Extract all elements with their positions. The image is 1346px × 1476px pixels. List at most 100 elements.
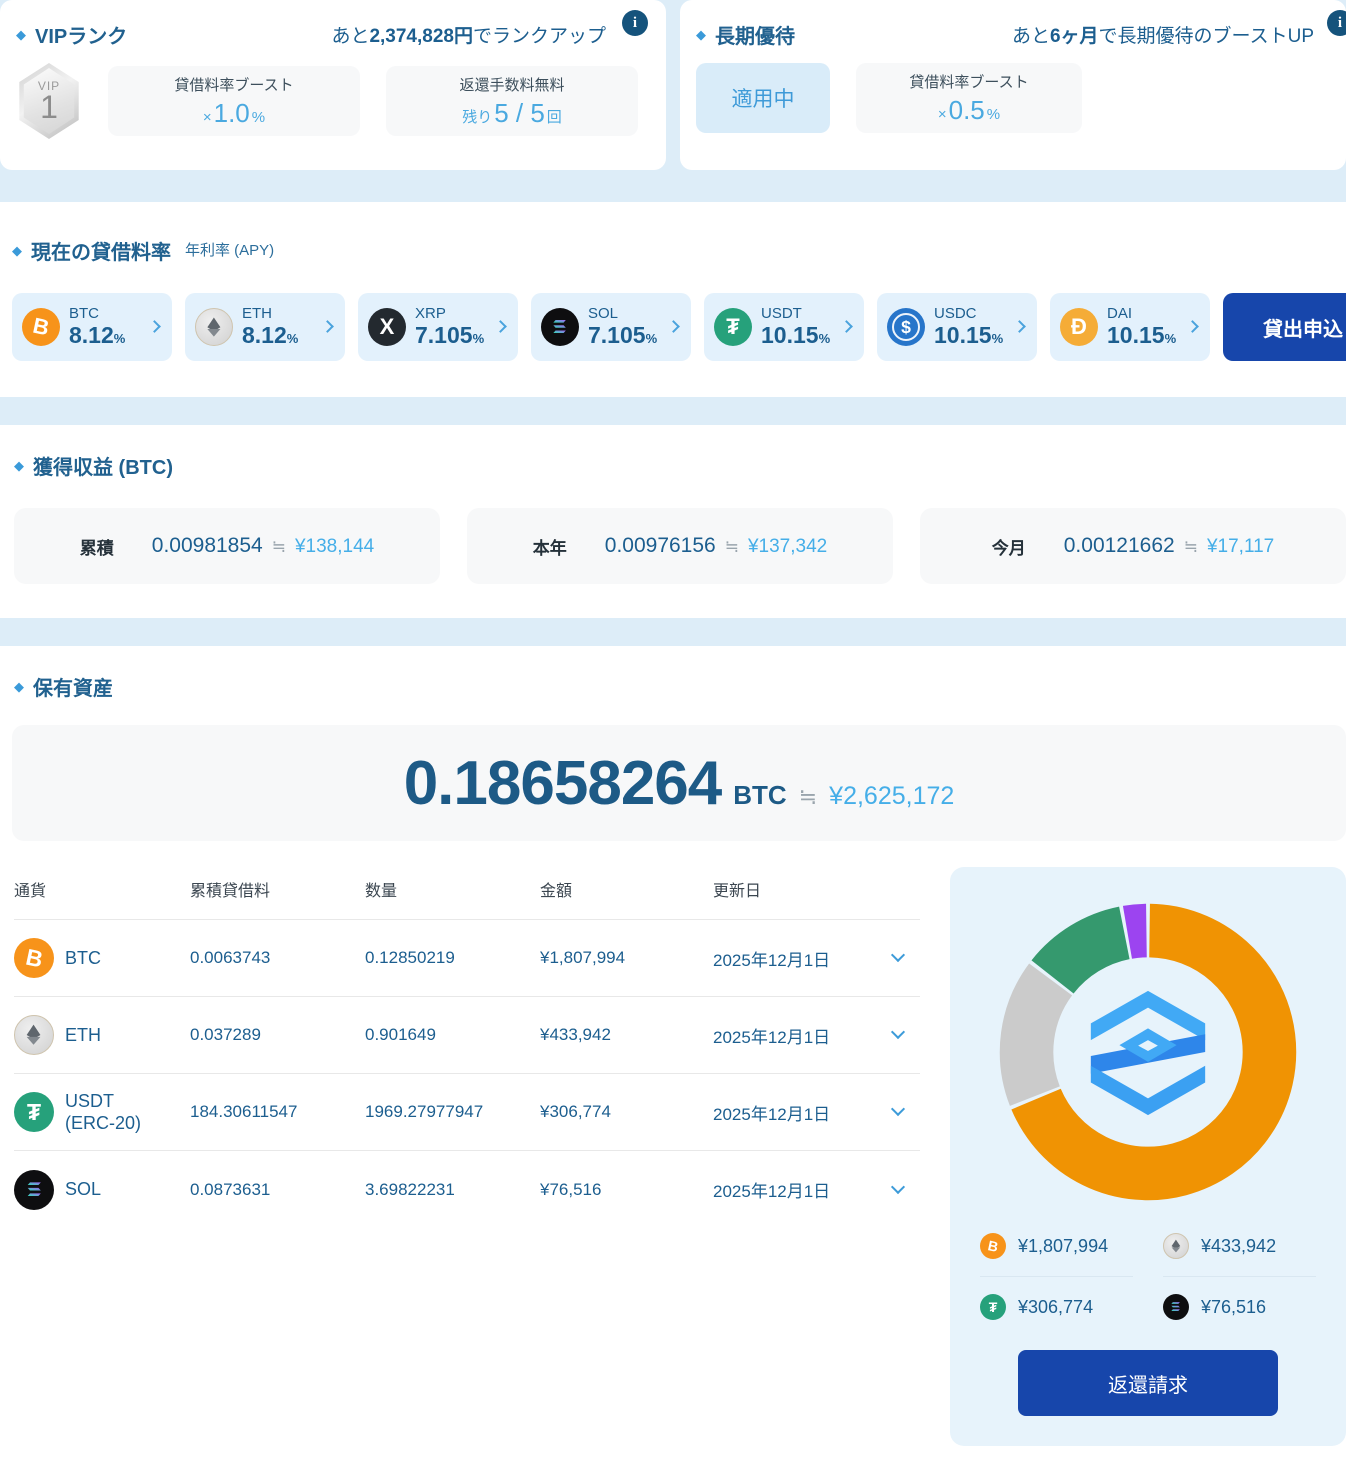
expand-row-button[interactable] xyxy=(884,943,914,973)
earnings-btc-value: 0.00981854 xyxy=(152,534,263,558)
vip-rank-title: VIPランク xyxy=(16,20,127,49)
rankup-amount: 2,374,828円 xyxy=(369,26,473,47)
rate-card-sol[interactable]: SOL7.105% xyxy=(531,293,691,361)
info-icon[interactable]: i xyxy=(1327,10,1346,36)
rate-card-usdt[interactable]: USDT10.15% xyxy=(704,293,864,361)
legend-item-sol: ¥76,516 xyxy=(1163,1294,1316,1320)
chevron-right-icon xyxy=(494,320,507,333)
usdt-icon xyxy=(714,308,752,346)
current-rates-section: 現在の貸借料率 年利率 (APY) BTC8.12% ETH8.12% XRP7… xyxy=(0,202,1346,397)
ticker-label: DAI xyxy=(1107,306,1176,323)
percent-sign: % xyxy=(992,331,1004,346)
col-header-amount: 数量 xyxy=(365,877,540,901)
ticker-label: SOL xyxy=(588,306,657,323)
row-yen-value: ¥1,807,994 xyxy=(540,948,713,968)
chevron-down-icon xyxy=(891,1102,905,1116)
holdings-chart-card: ¥1,807,994 ¥433,942 ¥306,774 ¥76,516 返還請… xyxy=(950,867,1346,1446)
earnings-yen-value: ¥138,144 xyxy=(295,536,374,558)
rankup-note: あと2,374,828円でランクアップ xyxy=(331,21,606,48)
legend-item-eth: ¥433,942 xyxy=(1163,1233,1316,1277)
row-updated-date: 2025年12月1日 xyxy=(713,1023,884,1048)
approx-sign: ≒ xyxy=(1184,537,1198,557)
longterm-boost-value: ×0.5% xyxy=(938,95,1000,126)
eth-icon xyxy=(195,308,233,346)
boost-unit: % xyxy=(252,109,265,126)
holdings-title: 保有資産 xyxy=(14,672,1346,701)
dashboard-page: VIPランク あと2,374,828円でランクアップ i VIP 1 貸借料率ブ… xyxy=(0,0,1346,1476)
boostup-suffix: で長期優待のブーストUP xyxy=(1099,26,1314,47)
rate-card-eth[interactable]: ETH8.12% xyxy=(185,293,345,361)
section-divider-band xyxy=(0,618,1346,646)
earnings-btc-value: 0.00121662 xyxy=(1064,534,1175,558)
earnings-label: 累積 xyxy=(80,534,114,559)
table-row-sol[interactable]: SOL 0.0873631 3.69822231 ¥76,516 2025年12… xyxy=(14,1151,920,1228)
section-divider-band xyxy=(0,397,1346,425)
percent-sign: % xyxy=(473,331,485,346)
rate-card-usdc[interactable]: USDC10.15% xyxy=(877,293,1037,361)
row-currency-name: BTC xyxy=(65,948,101,968)
row-yen-value: ¥306,774 xyxy=(540,1102,713,1122)
vip-rank-title-text: VIPランク xyxy=(35,20,127,49)
rankup-prefix: あと xyxy=(331,26,369,47)
rate-card-dai[interactable]: DAI10.15% xyxy=(1050,293,1210,361)
rate-value: 7.105 xyxy=(588,322,646,348)
percent-sign: % xyxy=(114,331,126,346)
table-row-eth[interactable]: ETH 0.037289 0.901649 ¥433,942 2025年12月1… xyxy=(14,997,920,1074)
row-currency-subname: (ERC-20) xyxy=(65,1113,141,1133)
expand-row-button[interactable] xyxy=(884,1020,914,1050)
earnings-title-text: 獲得収益 (BTC) xyxy=(33,451,173,480)
info-icon[interactable]: i xyxy=(622,10,648,36)
longterm-boost-label: 貸借料率ブースト xyxy=(909,71,1028,92)
rate-boost-label: 貸借料率ブースト xyxy=(174,74,293,95)
table-row-usdt[interactable]: USDT(ERC-20) 184.30611547 1969.27977947 … xyxy=(14,1074,920,1151)
row-amount: 3.69822231 xyxy=(365,1180,540,1200)
row-cumulative-fee: 0.037289 xyxy=(190,1025,365,1045)
rate-card-btc[interactable]: BTC8.12% xyxy=(12,293,172,361)
chevron-right-icon xyxy=(667,320,680,333)
row-amount: 1969.27977947 xyxy=(365,1102,540,1122)
free-fee-value: 残り5 / 5回 xyxy=(462,98,562,129)
row-updated-date: 2025年12月1日 xyxy=(713,1177,884,1202)
sol-icon xyxy=(541,308,579,346)
row-cumulative-fee: 0.0873631 xyxy=(190,1180,365,1200)
earnings-label: 本年 xyxy=(533,534,567,559)
earnings-card-cumulative: 累積 0.00981854≒¥138,144 xyxy=(14,508,440,584)
chevron-right-icon xyxy=(1186,320,1199,333)
fee-suffix: 回 xyxy=(547,106,562,127)
rate-cards-row: BTC8.12% ETH8.12% XRP7.105% SOL7.105% xyxy=(12,293,1346,361)
earnings-card-this-month: 今月 0.00121662≒¥17,117 xyxy=(920,508,1346,584)
holdings-section: 保有資産 0.18658264 BTC ≒ ¥2,625,172 通貨 累積貸借… xyxy=(0,646,1346,1476)
legend-yen-value: ¥1,807,994 xyxy=(1018,1236,1108,1257)
row-yen-value: ¥433,942 xyxy=(540,1025,713,1045)
sol-icon xyxy=(14,1170,54,1210)
eth-icon xyxy=(1163,1233,1189,1259)
ticker-label: BTC xyxy=(69,306,125,323)
rates-subtitle: 年利率 (APY) xyxy=(185,239,274,260)
vip-badge-rank: 1 xyxy=(16,89,82,126)
boostup-note: あと6ヶ月で長期優待のブーストUP xyxy=(1012,21,1314,48)
rate-card-xrp[interactable]: XRP7.105% xyxy=(358,293,518,361)
row-cumulative-fee: 0.0063743 xyxy=(190,948,365,968)
chart-legend: ¥1,807,994 ¥433,942 ¥306,774 ¥76,516 xyxy=(974,1233,1322,1320)
rate-value: 8.12 xyxy=(69,322,114,348)
expand-row-button[interactable] xyxy=(884,1097,914,1127)
row-updated-date: 2025年12月1日 xyxy=(713,1100,884,1125)
longterm-title-text: 長期優待 xyxy=(715,20,795,49)
chevron-right-icon xyxy=(840,320,853,333)
earnings-yen-value: ¥137,342 xyxy=(748,536,827,558)
earnings-yen-value: ¥17,117 xyxy=(1207,536,1274,558)
col-header-value: 金額 xyxy=(540,877,713,901)
rates-title: 現在の貸借料率 xyxy=(12,236,171,265)
fee-prefix: 残り xyxy=(462,106,492,127)
btc-icon xyxy=(980,1233,1006,1259)
percent-sign: % xyxy=(1165,331,1177,346)
fee-count: 5 / 5 xyxy=(494,98,545,129)
top-cards-row: VIPランク あと2,374,828円でランクアップ i VIP 1 貸借料率ブ… xyxy=(0,0,1346,170)
lend-apply-button[interactable]: 貸出申込 xyxy=(1223,293,1346,361)
chevron-right-icon xyxy=(148,320,161,333)
boost-number: 1.0 xyxy=(214,98,250,129)
expand-row-button[interactable] xyxy=(884,1175,914,1205)
boost-mult: × xyxy=(203,109,212,126)
table-row-btc[interactable]: BTC 0.0063743 0.12850219 ¥1,807,994 2025… xyxy=(14,920,920,997)
return-request-button[interactable]: 返還請求 xyxy=(1018,1350,1278,1416)
